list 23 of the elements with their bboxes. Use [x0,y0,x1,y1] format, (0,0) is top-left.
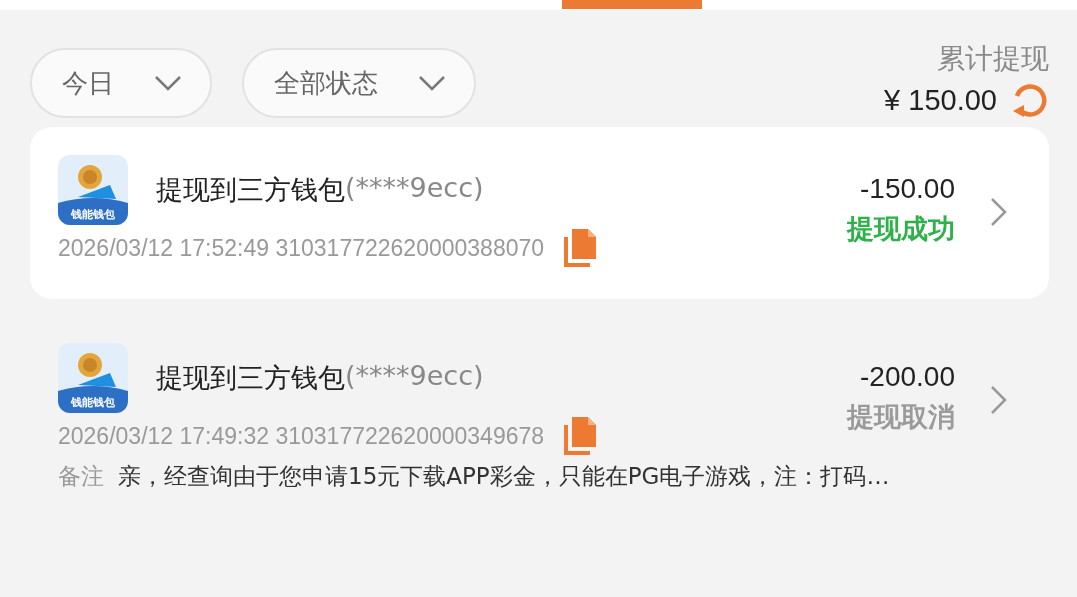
note-label: 备注 [58,462,104,491]
note-text: 亲，经查询由于您申请15元下载APP彩金，只能在PG电子游戏，注：打码… [118,462,890,491]
record-title: 提现到三方钱包 [156,173,345,207]
caret-icon [154,75,182,91]
status-text: 提现取消 [847,400,955,434]
time-and-order-number: 2026/03/12 17:49:32 310317722620000349678 [58,422,545,450]
account-suffix: (****9ecc) [345,172,484,205]
total-withdrawal-label: 累计提现 [937,41,1049,77]
time-and-order-number: 2026/03/12 17:52:49 310317722620000388070 [58,234,545,262]
status-text: 提现成功 [847,212,955,246]
app-logo: 钱能钱包 [58,155,128,225]
record-title: 提现到三方钱包 [156,361,345,395]
amount: -150.00 [860,173,955,205]
amount: -200.00 [860,361,955,393]
account-suffix: (****9ecc) [345,360,484,393]
filter-dropdown[interactable]: 今日 [30,48,212,118]
chevron-right-icon [989,196,1009,228]
caret-icon [418,75,446,91]
total-amount: ¥ 150.00 [884,83,997,117]
record-card[interactable]: 钱能钱包 提现到三方钱包(****9ecc) 2026/03/12 17:52:49 310317722620000388070 -150.00 提现成功 [30,127,1049,299]
filter-dropdown[interactable]: 全部状态 [242,48,476,118]
chevron-right-icon [989,384,1009,416]
app-logo: 钱能钱包 [58,343,128,413]
